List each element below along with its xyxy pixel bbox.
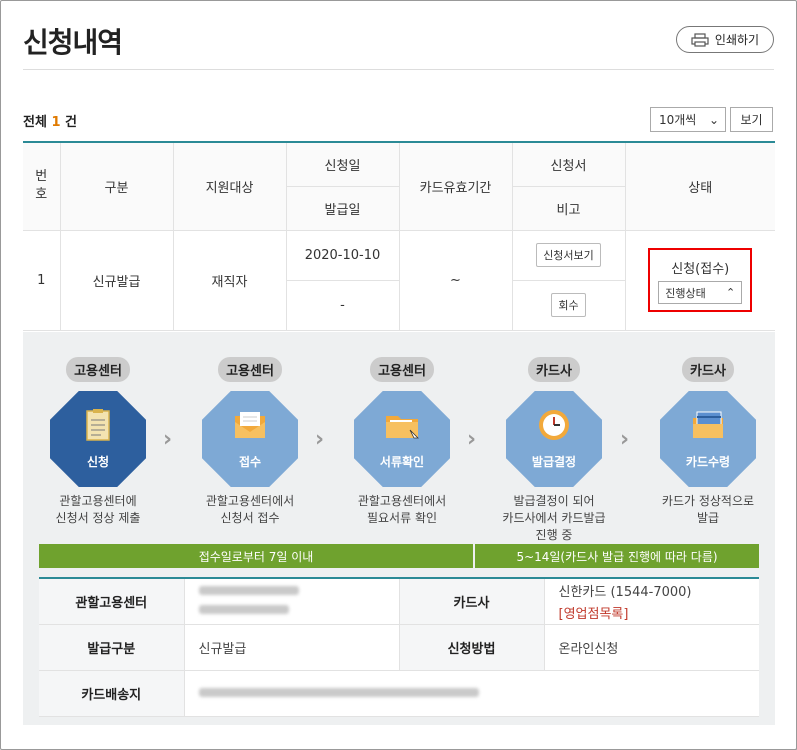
step-name: 발급결정 (531, 455, 577, 469)
period-bar-left: 접수일로부터 7일 이내 (39, 544, 473, 568)
step-2: 고용센터접수관할고용센터에서 신청서 접수 (185, 357, 315, 527)
step-octagon: 서류확인 (354, 391, 450, 487)
step-name: 접수 (238, 455, 262, 469)
page-title: 신청내역 (23, 26, 123, 59)
row-issue-date: - (286, 279, 400, 331)
delivery-value (183, 669, 759, 717)
step-org-badge: 카드사 (682, 357, 734, 382)
info-table: 관할고용센터 카드사 신한카드 (1544-7000) [영업점목록] 발급구분… (39, 577, 759, 717)
header-category: 구분 (59, 141, 174, 231)
step-name: 서류확인 (379, 455, 425, 469)
card-company-label: 카드사 (398, 577, 545, 625)
view-button[interactable]: 보기 (730, 107, 773, 132)
row-no: 1 (23, 229, 61, 331)
step-4: 카드사발급결정발급결정이 되어 카드사에서 카드발급 진행 중 (489, 357, 619, 544)
step-3: 고용센터서류확인관할고용센터에서 필요서류 확인 (337, 357, 467, 527)
issue-type-value: 신규발급 (183, 623, 400, 671)
chevron-right-icon: › (467, 427, 477, 452)
progress-toggle-button[interactable]: 진행상태 ⌃ (658, 281, 743, 304)
step-description: 발급결정이 되어 카드사에서 카드발급 진행 중 (502, 494, 606, 542)
application-history-window: 신청내역 인쇄하기 전체 1 건 10개씩 ⌄ 보기 번호 구분 지원대상 신청… (0, 0, 797, 750)
center-label: 관할고용센터 (39, 577, 185, 625)
step-org-badge: 고용센터 (218, 357, 282, 382)
print-button[interactable]: 인쇄하기 (676, 26, 774, 53)
branch-list-link[interactable]: [영업점목록] (559, 603, 746, 622)
printer-icon (691, 32, 709, 47)
title-divider (23, 69, 774, 70)
view-form-button[interactable]: 신청서보기 (536, 243, 601, 267)
step-octagon: 발급결정 (506, 391, 602, 487)
issue-type-label: 발급구분 (39, 623, 185, 671)
page-size-select[interactable]: 10개씩 ⌄ (650, 107, 726, 132)
status-highlight: 신청(접수) 진행상태 ⌃ (648, 248, 753, 312)
step-octagon: 접수 (202, 391, 298, 487)
chevron-down-icon: ⌄ (708, 112, 719, 127)
progress-detail-panel: 고용센터 신청 관할고용센터에 신청서 정상 제출 고용센터 접수 관할고용센터에서 신청서 … (23, 332, 775, 725)
header-form: 신청서 (511, 141, 626, 187)
step-description: 관할고용센터에서 신청서 접수 (205, 494, 295, 525)
header-validity: 카드유효기간 (398, 141, 513, 231)
delivery-label: 카드배송지 (39, 669, 185, 717)
row-category: 신규발급 (59, 229, 174, 331)
step-org-badge: 카드사 (528, 357, 580, 382)
print-label: 인쇄하기 (714, 33, 760, 47)
chevron-right-icon: › (620, 427, 630, 452)
step-name: 카드수령 (685, 455, 731, 469)
center-value (183, 577, 400, 625)
header-no: 번호 (23, 141, 61, 231)
header-target: 지원대상 (172, 141, 287, 231)
header-note: 비고 (511, 185, 625, 231)
row-validity: ~ (398, 229, 513, 331)
card-icon (690, 408, 726, 453)
clipboard-icon (80, 408, 116, 453)
total-count: 전체 1 건 (23, 115, 77, 130)
header-apply-date: 신청일 (285, 141, 400, 187)
period-bar-right: 5~14일(카드사 발급 진행에 따라 다름) (475, 544, 759, 568)
method-value: 온라인신청 (543, 623, 759, 671)
table-row: 1 신규발급 재직자 2020-10-10 ~ 신청서보기 신청(접수) 진행상… (23, 229, 775, 331)
chevron-right-icon: › (163, 427, 173, 452)
step-org-badge: 고용센터 (370, 357, 434, 382)
step-name: 신청 (86, 455, 110, 469)
clock-icon (536, 408, 572, 453)
step-5: 카드사카드수령카드가 정상적으로 발급 (643, 357, 773, 527)
header-issue-date: 발급일 (286, 185, 400, 231)
card-company-value: 신한카드 (1544-7000) [영업점목록] (543, 577, 759, 625)
step-description: 관할고용센터에 신청서 정상 제출 (55, 494, 141, 525)
folder-icon (384, 408, 420, 453)
step-octagon: 신청 (50, 391, 146, 487)
row-target: 재직자 (172, 229, 287, 331)
step-description: 관할고용센터에서 필요서류 확인 (357, 494, 447, 525)
application-table: 번호 구분 지원대상 신청일 카드유효기간 신청서 상태 발급일 비고 1 신규… (23, 141, 775, 331)
step-octagon: 카드수령 (660, 391, 756, 487)
status-text: 신청(접수) (671, 262, 730, 277)
row-apply-date: 2020-10-10 (285, 229, 400, 281)
count-value: 1 (51, 115, 61, 130)
method-label: 신청방법 (398, 623, 545, 671)
step-1: 고용센터신청관할고용센터에 신청서 정상 제출 (33, 357, 163, 527)
header-status: 상태 (624, 141, 775, 231)
withdraw-button[interactable]: 회수 (551, 293, 586, 317)
chevron-up-icon: ⌃ (726, 286, 736, 299)
step-org-badge: 고용센터 (66, 357, 130, 382)
chevron-right-icon: › (315, 427, 325, 452)
step-description: 카드가 정상적으로 발급 (661, 494, 755, 525)
envelope-icon (232, 408, 268, 453)
